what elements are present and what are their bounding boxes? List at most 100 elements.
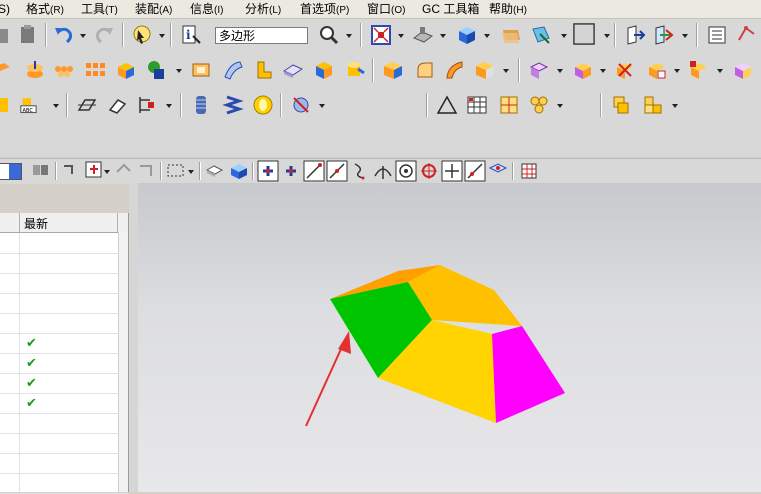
layer-settings-icon[interactable] [530,24,552,46]
move-plane-icon[interactable] [624,24,646,46]
offset-dropdown-icon[interactable] [674,69,680,73]
line-midpoint-icon[interactable] [326,160,348,182]
pattern-icon[interactable] [52,59,74,81]
select-dropdown-icon[interactable] [159,34,165,38]
eraser-tool-icon[interactable] [106,94,128,116]
existing-point-icon[interactable] [441,160,463,182]
annotation-dropdown-icon[interactable] [53,104,59,108]
render-dropdown-icon[interactable] [440,34,446,38]
show-hide-icon[interactable] [204,160,226,182]
menu-preferences[interactable]: 首选项(P) [300,1,349,17]
grid-select-icon[interactable] [498,94,520,116]
replace-dropdown-icon[interactable] [717,69,723,73]
render-style-icon[interactable] [412,24,434,46]
fit-view-icon[interactable] [370,24,392,46]
annotation-icon[interactable]: ABC [20,94,42,116]
report-icon[interactable] [706,24,728,46]
redo-icon[interactable] [93,24,115,46]
filter-dropdown[interactable] [0,163,22,180]
coil-icon[interactable] [222,94,244,116]
layer-icon[interactable] [500,24,522,46]
menu-view[interactable]: S) [0,1,10,17]
trim-dropdown-icon[interactable] [557,69,563,73]
shell-icon[interactable] [474,59,496,81]
menu-assembly[interactable]: 装配(A) [135,1,172,17]
select-all-icon[interactable] [30,160,52,182]
assembly-icon[interactable] [610,94,632,116]
rectangle-select-dropdown-icon[interactable] [188,170,194,174]
snap-icon[interactable] [60,160,82,182]
cluster-dropdown-icon[interactable] [557,104,563,108]
revolve-icon[interactable] [24,59,46,81]
paste-icon[interactable] [18,24,40,46]
snap-midpoint-icon[interactable] [280,160,302,182]
quadrant-point-icon[interactable] [418,160,440,182]
undo-icon[interactable] [53,24,75,46]
menu-gc-toolbox[interactable]: GC 工具箱 [422,1,479,17]
sweep-icon[interactable] [222,59,244,81]
delete-body-icon[interactable] [614,59,636,81]
curve-point-icon[interactable] [349,160,371,182]
table-icon[interactable] [466,94,488,116]
shape-input[interactable]: 多边形 [215,27,308,44]
quick-pick-dropdown-icon[interactable] [104,170,110,174]
search-icon[interactable] [318,24,340,46]
snap-off-icon[interactable] [112,160,134,182]
cluster-icon[interactable] [528,94,550,116]
intersection-icon[interactable] [372,160,394,182]
cylinder-icon[interactable] [344,59,366,81]
point-icon[interactable] [146,59,168,81]
solid-right-face[interactable] [492,326,565,423]
snap-grid-icon[interactable] [136,160,158,182]
intersect-block-icon[interactable] [314,59,336,81]
array-icon[interactable] [84,59,106,81]
point-on-face-icon[interactable] [487,160,509,182]
undo-dropdown-icon[interactable] [80,34,86,38]
color-dropdown-icon[interactable] [604,34,610,38]
analysis-icon[interactable] [736,24,758,46]
component-dropdown-icon[interactable] [672,104,678,108]
wcs-dropdown-icon[interactable] [682,34,688,38]
arc-center-icon[interactable] [395,160,417,182]
trim-body-icon[interactable] [528,59,550,81]
menu-window[interactable]: 窗口(O) [367,1,405,17]
rectangle-select-icon[interactable] [165,160,187,182]
offset-face-icon[interactable] [646,59,668,81]
search-dropdown-icon[interactable] [346,34,352,38]
triangle-icon[interactable] [436,94,458,116]
view-dropdown-icon[interactable] [398,34,404,38]
shell-dropdown-icon[interactable] [503,69,509,73]
menu-format[interactable]: 格式(R) [26,1,64,17]
component-icon[interactable] [642,94,664,116]
shaded-dropdown-icon[interactable] [484,34,490,38]
menu-help[interactable]: 帮助(H) [489,1,527,17]
unite-icon[interactable] [116,59,138,81]
spring-icon[interactable] [190,94,212,116]
replace-face-icon[interactable] [688,59,710,81]
snap-endpoint-icon[interactable] [257,160,279,182]
panel-scrollbar[interactable] [118,232,128,492]
panel-divider[interactable] [129,183,138,492]
section-line-icon[interactable] [76,94,98,116]
dimension-icon[interactable] [136,94,158,116]
quick-pick-icon[interactable] [84,160,106,182]
background-color-icon[interactable] [573,23,595,45]
column-header-latest[interactable]: 最新 [24,215,48,232]
chamfer-icon[interactable] [444,59,466,81]
edge-blend-icon[interactable] [414,59,436,81]
layer-dropdown-icon[interactable] [561,34,567,38]
gear-tool-icon[interactable] [290,94,312,116]
gear-dropdown-icon[interactable] [319,104,325,108]
bearing-icon[interactable] [252,94,274,116]
point-on-curve-icon[interactable] [464,160,486,182]
simplify-icon[interactable] [732,59,754,81]
select-filter-icon[interactable] [132,24,154,46]
eraser-icon[interactable] [282,59,304,81]
menu-analysis[interactable]: 分析(L) [245,1,281,17]
feature-dropdown-icon[interactable] [176,69,182,73]
information-icon[interactable]: i [180,24,202,46]
grid-view-icon[interactable] [518,160,540,182]
split-body-icon[interactable] [572,59,594,81]
move-object-icon[interactable] [0,94,12,116]
extrude-icon[interactable] [0,59,12,81]
